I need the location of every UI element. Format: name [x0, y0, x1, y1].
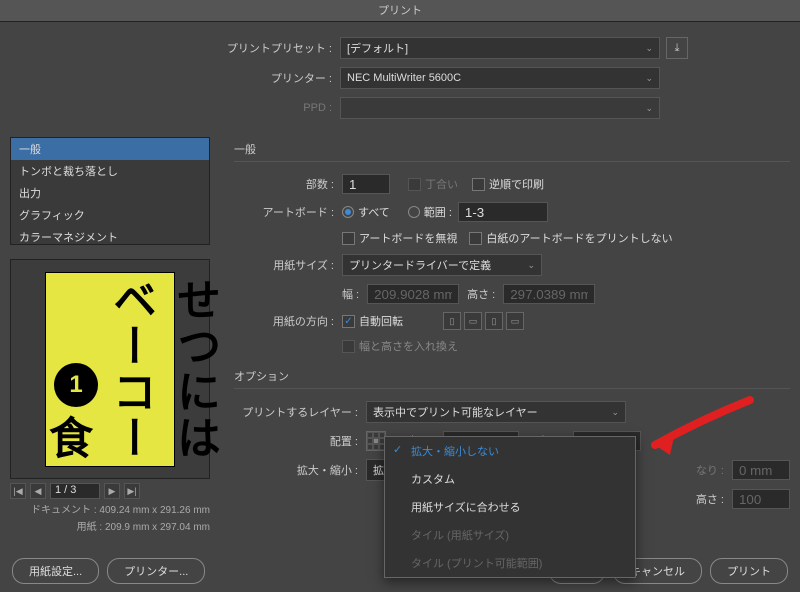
- overlap-input: [732, 460, 790, 480]
- skip-blank-label: 白紙のアートボードをプリントしない: [486, 230, 672, 246]
- sidebar-item-marks[interactable]: トンボと裁ち落とし: [11, 160, 209, 182]
- chevron-down-icon: ⌄: [527, 260, 535, 271]
- paper-size-select[interactable]: プリンタードライバーで定義 ⌄: [342, 254, 542, 276]
- layers-value: 表示中でプリント可能なレイヤー: [373, 404, 538, 420]
- layers-label: プリントするレイヤー :: [234, 404, 366, 420]
- landscape-flip-icon: ▭: [506, 312, 524, 330]
- layers-select[interactable]: 表示中でプリント可能なレイヤー ⌄: [366, 401, 626, 423]
- all-label: すべて: [358, 204, 390, 220]
- printer-value: NEC MultiWriter 5600C: [347, 72, 461, 84]
- copies-input[interactable]: [342, 174, 390, 194]
- printer-setup-button[interactable]: プリンター...: [107, 558, 205, 584]
- dropdown-item-fit[interactable]: 用紙サイズに合わせる: [385, 493, 635, 521]
- alignment-grid[interactable]: [366, 431, 386, 451]
- paper-size-label: 用紙サイズ :: [234, 257, 342, 273]
- scale-label: 拡大・縮小 :: [234, 462, 366, 478]
- opt-height-label: 高さ :: [696, 491, 732, 507]
- height-input: [503, 284, 595, 304]
- dropdown-item-no-scale[interactable]: 拡大・縮小しない: [385, 437, 635, 465]
- print-button[interactable]: プリント: [710, 558, 788, 584]
- orientation-label: 用紙の方向 :: [234, 313, 342, 329]
- sidebar-item-output[interactable]: 出力: [11, 182, 209, 204]
- range-radio[interactable]: [408, 206, 420, 218]
- preset-select[interactable]: [デフォルト] ⌄: [340, 37, 660, 59]
- preset-value: [デフォルト]: [347, 40, 408, 56]
- document-dimensions: ドキュメント : 409.24 mm x 291.26 mm: [10, 501, 210, 516]
- print-preview: 1 せつには ベーコー 食: [10, 259, 210, 479]
- printer-label: プリンター :: [0, 70, 340, 86]
- width-input: [367, 284, 459, 304]
- artboard-label: アートボード :: [234, 204, 342, 220]
- preview-pager: |◀ ◀ 1 / 3 ▶ ▶|: [10, 483, 210, 499]
- pager-first-icon[interactable]: |◀: [10, 483, 26, 499]
- paper-size-value: プリンタードライバーで定義: [349, 257, 491, 273]
- pager-last-icon[interactable]: ▶|: [124, 483, 140, 499]
- chevron-down-icon: ⌄: [611, 407, 619, 418]
- portrait-icon: ▯: [443, 312, 461, 330]
- range-input[interactable]: [458, 202, 548, 222]
- ppd-select: ⌄: [340, 97, 660, 119]
- scale-dropdown-popup: 拡大・縮小しない カスタム 用紙サイズに合わせる タイル (用紙サイズ) タイル…: [384, 436, 636, 578]
- page-setup-button[interactable]: 用紙設定...: [12, 558, 99, 584]
- general-section-header: 一般: [234, 137, 790, 162]
- chevron-down-icon: ⌄: [645, 43, 653, 54]
- reverse-checkbox[interactable]: [472, 178, 485, 191]
- sidebar-item-color[interactable]: カラーマネジメント: [11, 226, 209, 245]
- ppd-label: PPD :: [0, 102, 340, 114]
- window-titlebar: プリント: [0, 0, 800, 22]
- preview-vertical-text: せつには ベーコー 食: [34, 277, 226, 461]
- width-label: 幅 :: [342, 286, 367, 302]
- dropdown-item-tile-paper: タイル (用紙サイズ): [385, 521, 635, 549]
- swap-wh-checkbox: [342, 340, 355, 353]
- auto-rotate-label: 自動回転: [359, 313, 403, 329]
- preset-label: プリントプリセット :: [0, 40, 340, 56]
- portrait-flip-icon: ▯: [485, 312, 503, 330]
- opt-height-input: [732, 489, 790, 509]
- range-label: 範囲 :: [424, 204, 452, 220]
- ignore-artboard-checkbox[interactable]: [342, 232, 355, 245]
- skip-blank-checkbox[interactable]: [469, 232, 482, 245]
- ignore-artboard-label: アートボードを無視: [359, 230, 457, 246]
- dropdown-item-tile-printable: タイル (プリント可能範囲): [385, 549, 635, 577]
- collate-label: 丁合い: [425, 176, 458, 192]
- swap-wh-label: 幅と高さを入れ換え: [359, 338, 458, 354]
- dropdown-item-custom[interactable]: カスタム: [385, 465, 635, 493]
- overlap-label: なり :: [696, 462, 732, 478]
- save-preset-icon[interactable]: ⤓: [666, 37, 688, 59]
- preview-artboard: 1 せつには ベーコー 食: [45, 272, 175, 467]
- chevron-down-icon: ⌄: [645, 73, 653, 84]
- section-sidebar[interactable]: 一般 トンボと裁ち落とし 出力 グラフィック カラーマネジメント: [10, 137, 210, 245]
- sidebar-item-graphics[interactable]: グラフィック: [11, 204, 209, 226]
- options-section-header: オプション: [234, 364, 790, 389]
- collate-checkbox: [408, 178, 421, 191]
- sidebar-item-general[interactable]: 一般: [11, 138, 209, 160]
- reverse-label: 逆順で印刷: [489, 176, 544, 192]
- pager-input[interactable]: 1 / 3: [50, 483, 100, 499]
- landscape-icon: ▭: [464, 312, 482, 330]
- paper-dimensions: 用紙 : 209.9 mm x 297.04 mm: [10, 518, 210, 533]
- all-radio[interactable]: [342, 206, 354, 218]
- height-label: 高さ :: [467, 286, 503, 302]
- align-label: 配置 :: [234, 433, 366, 449]
- printer-select[interactable]: NEC MultiWriter 5600C ⌄: [340, 67, 660, 89]
- auto-rotate-checkbox[interactable]: [342, 315, 355, 328]
- window-title: プリント: [378, 5, 422, 17]
- pager-next-icon[interactable]: ▶: [104, 483, 120, 499]
- copies-label: 部数 :: [234, 176, 342, 192]
- pager-prev-icon[interactable]: ◀: [30, 483, 46, 499]
- chevron-down-icon: ⌄: [645, 103, 653, 114]
